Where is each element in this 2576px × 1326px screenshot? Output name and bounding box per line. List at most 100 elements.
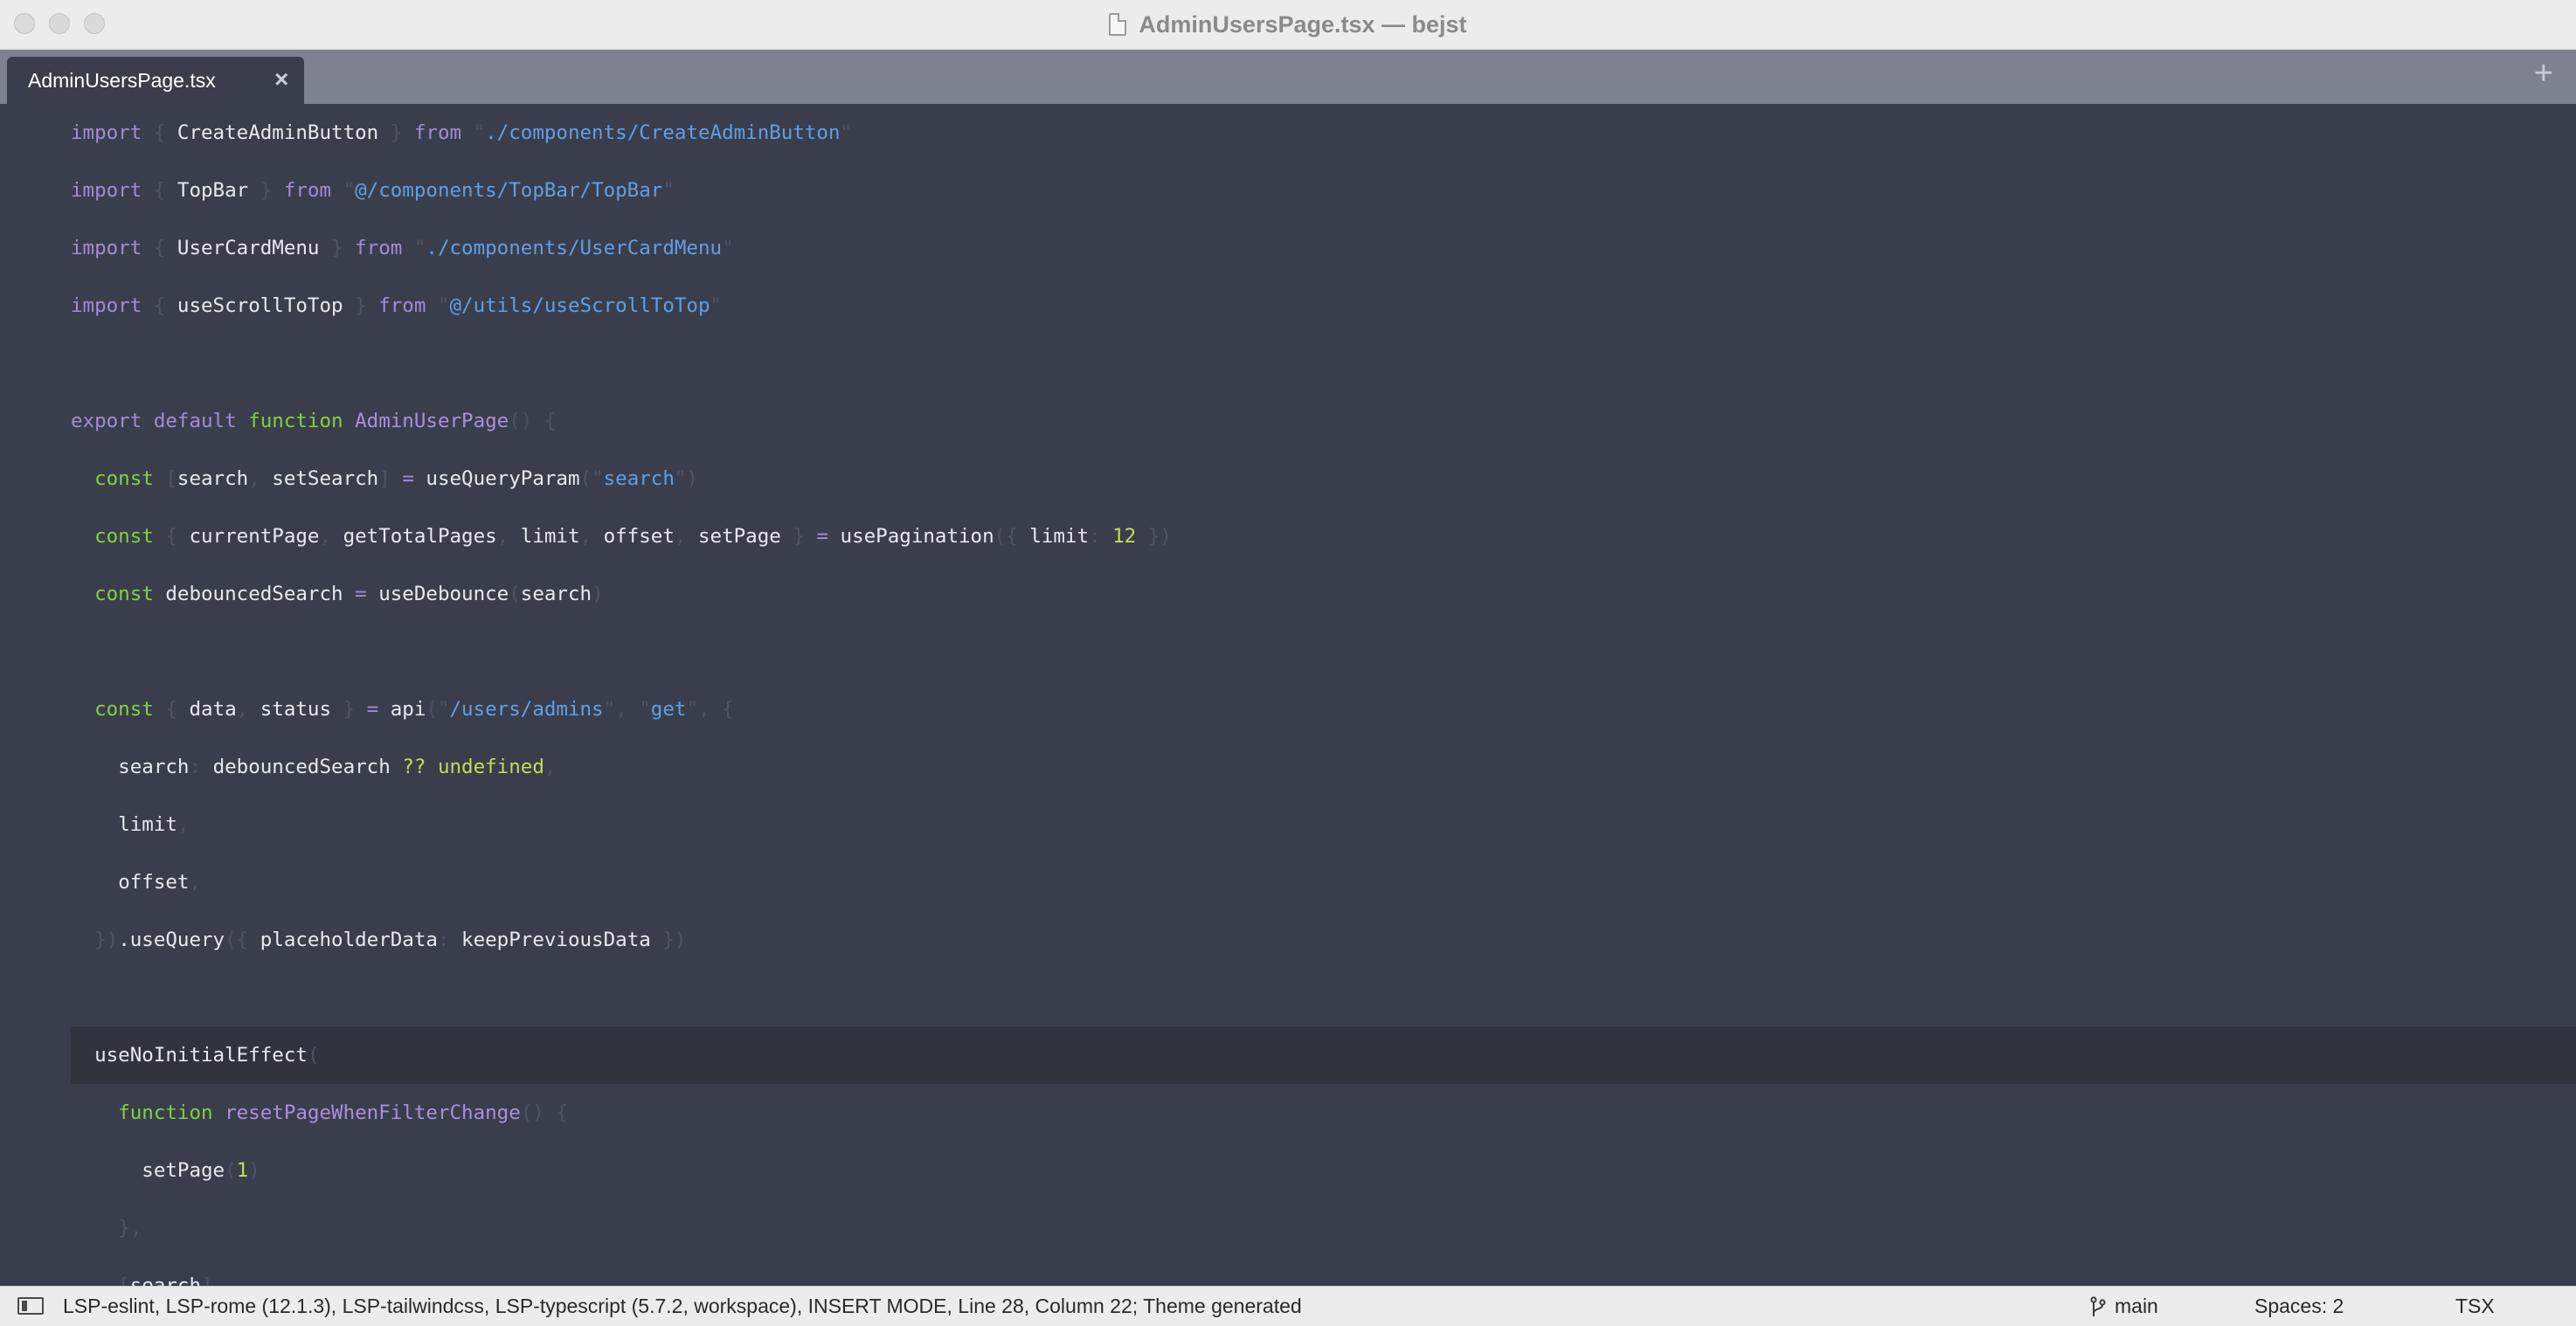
code-token: from — [355, 237, 403, 259]
code-token: ") — [674, 467, 698, 490]
code-line[interactable]: import { useScrollToTop } from "@/utils/… — [71, 277, 2576, 335]
code-line[interactable]: import { UserCardMenu } from "./componen… — [71, 219, 2576, 277]
status-info: LSP-eslint, LSP-rome (12.1.3), LSP-tailw… — [63, 1295, 1302, 1317]
code-token: CreateAdminButton — [177, 121, 379, 144]
code-token: useQueryParam — [426, 467, 580, 490]
code-token: " — [710, 294, 723, 317]
code-token: keepPreviousData — [461, 929, 651, 951]
close-tab-icon[interactable]: × — [274, 66, 288, 93]
code-token: () { — [520, 1102, 568, 1124]
code-token: }) — [650, 929, 687, 951]
code-line[interactable]: }).useQuery({ placeholderData: keepPrevi… — [71, 911, 2576, 969]
code-token: , — [248, 467, 273, 490]
code-token: ./components/CreateAdminButton — [485, 121, 841, 144]
code-token: { — [142, 294, 177, 317]
code-token: : — [1089, 525, 1113, 548]
code-line[interactable] — [71, 969, 2576, 1026]
git-branch-icon — [2090, 1296, 2106, 1316]
code-token: data — [189, 698, 237, 721]
code-token: , — [236, 698, 260, 721]
code-line[interactable]: function resetPageWhenFilterChange() { — [71, 1084, 2576, 1142]
code-token: resetPageWhenFilterChange — [225, 1102, 521, 1124]
code-token: search — [177, 467, 249, 490]
tab-label: AdminUsersPage.tsx — [28, 69, 216, 92]
code-line[interactable]: setPage(1) — [71, 1142, 2576, 1199]
code-line[interactable]: export default function AdminUserPage() … — [71, 392, 2576, 450]
code-token: limit — [520, 525, 580, 548]
code-line[interactable]: offset, — [71, 853, 2576, 911]
code-token: const — [94, 583, 154, 605]
code-token: setSearch — [272, 467, 379, 490]
code-line[interactable]: const { data, status } = api("/users/adm… — [71, 680, 2576, 738]
code-token: : — [189, 756, 213, 778]
code-token: status — [260, 698, 332, 721]
code-token: } — [319, 237, 356, 259]
code-token: ?? — [402, 756, 426, 778]
code-token: UserCardMenu — [177, 237, 320, 259]
code-token: } — [331, 698, 367, 721]
code-token: offset — [603, 525, 675, 548]
code-token: " — [461, 121, 486, 144]
code-token: = — [816, 525, 828, 548]
code-token: function — [248, 410, 343, 432]
code-token: " — [331, 179, 356, 202]
code-token: [ — [153, 467, 177, 490]
sidebar-toggle-icon[interactable] — [17, 1297, 44, 1315]
window-title-group: AdminUsersPage.tsx — bejst — [0, 0, 2576, 49]
code-token: search — [603, 467, 675, 490]
code-token: limit — [118, 813, 177, 836]
tab-adminuserspage[interactable]: AdminUsersPage.tsx × — [7, 57, 304, 104]
code-editor[interactable]: import { CreateAdminButton } from "./com… — [0, 104, 2576, 1286]
code-token: from — [413, 121, 462, 144]
new-tab-icon[interactable]: + — [2534, 55, 2553, 93]
code-token: useScrollToTop — [177, 294, 343, 317]
code-line[interactable]: [search], — [71, 1257, 2576, 1286]
tab-bar: AdminUsersPage.tsx × + — [0, 50, 2576, 104]
code-token: setPage — [142, 1159, 225, 1182]
code-line[interactable]: limit, — [71, 796, 2576, 853]
code-line[interactable]: useNoInitialEffect( — [71, 1026, 2576, 1084]
code-token: search — [118, 756, 190, 778]
code-token: " — [426, 294, 450, 317]
code-token: { — [142, 179, 177, 202]
indentation-setting[interactable]: Spaces: 2 — [2254, 1287, 2344, 1325]
code-token: , — [496, 525, 521, 548]
code-line[interactable]: const { currentPage, getTotalPages, limi… — [71, 508, 2576, 565]
code-token: const — [94, 525, 154, 548]
code-line[interactable]: import { CreateAdminButton } from "./com… — [71, 104, 2576, 162]
code-line[interactable] — [71, 335, 2576, 392]
code-token: () { — [509, 410, 557, 432]
code-line[interactable]: const [search, setSearch] = useQueryPara… — [71, 450, 2576, 508]
code-token: } — [343, 294, 379, 317]
code-token: ({ — [225, 929, 260, 951]
code-line[interactable]: import { TopBar } from "@/components/Top… — [71, 162, 2576, 219]
code-token: get — [650, 698, 687, 721]
code-token: , — [674, 525, 698, 548]
code-token: import — [71, 121, 142, 144]
code-token: from — [378, 294, 426, 317]
code-token: /users/admins — [449, 698, 604, 721]
code-line[interactable]: }, — [71, 1199, 2576, 1257]
code-token: TopBar — [177, 179, 249, 202]
code-token: ", " — [603, 698, 651, 721]
branch-name[interactable]: main — [2115, 1287, 2158, 1325]
code-token: setPage — [697, 525, 781, 548]
code-line[interactable]: search: debouncedSearch ?? undefined, — [71, 738, 2576, 796]
code-token: useNoInitialEffect — [94, 1044, 308, 1067]
syntax-selector[interactable]: TSX — [2455, 1287, 2495, 1325]
title-bar: AdminUsersPage.tsx — bejst — [0, 0, 2576, 50]
code-line[interactable]: const debouncedSearch = useDebounce(sear… — [71, 565, 2576, 623]
code-token: 1 — [236, 1159, 249, 1182]
window-title: AdminUsersPage.tsx — bejst — [1139, 10, 1467, 38]
code-line[interactable] — [71, 623, 2576, 680]
code-token: { — [142, 237, 177, 259]
